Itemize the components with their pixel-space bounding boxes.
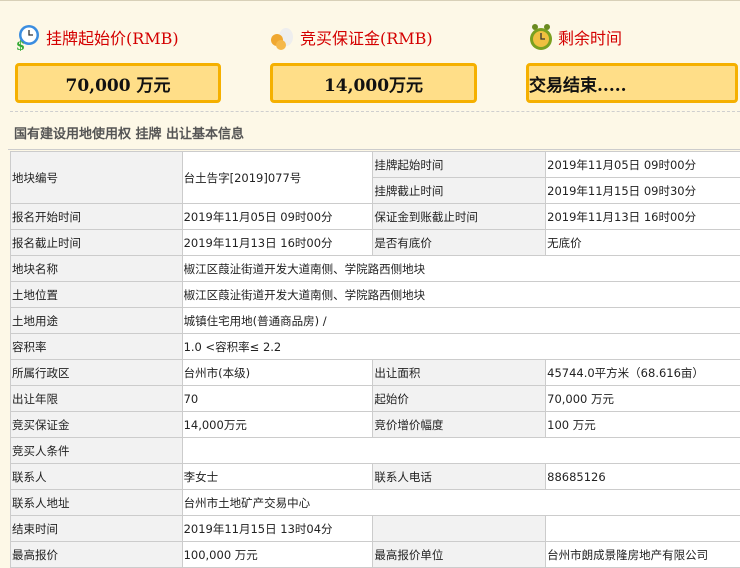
value-cell: 台州市朗成景隆房地产有限公司 [546,542,740,568]
section-title: 国有建设用地使用权 挂牌 出让基本信息 [14,123,244,142]
value-cell: 台州市(本级) [182,360,373,386]
label-cell: 挂牌起始时间 [373,152,546,178]
deposit-header: 竞买保证金(RMB) [268,21,433,53]
table-row: 报名截止时间2019年11月13日 16时00分是否有底价无底价 [11,230,740,256]
remaining-value: 交易结束..... [526,63,738,103]
label-cell: 出让年限 [11,386,183,412]
value-cell: 台州市土地矿产交易中心 [182,490,740,516]
value-cell: 88685126 [546,464,740,490]
value-cell: 14,000万元 [182,412,373,438]
table-row: 所属行政区台州市(本级)出让面积45744.0平方米（68.616亩） [11,360,740,386]
value-cell: 城镇住宅用地(普通商品房) / [182,308,740,334]
value-cell: 2019年11月05日 09时00分 [546,152,740,178]
table-row: 最高报价100,000 万元最高报价单位台州市朗成景隆房地产有限公司 [11,542,740,568]
value-cell: 无底价 [546,230,740,256]
label-cell: 竞买人条件 [11,438,183,464]
value-cell: 45744.0平方米（68.616亩） [546,360,740,386]
label-cell: 所属行政区 [11,360,183,386]
label-cell: 联系人地址 [11,490,183,516]
alarm-clock-icon [528,22,554,52]
label-cell: 地块编号 [11,152,183,204]
table-row: 报名开始时间2019年11月05日 09时00分保证金到账截止时间2019年11… [11,204,740,230]
value-cell: 2019年11月15日 09时30分 [546,178,740,204]
label-cell: 容积率 [11,334,183,360]
label-cell: 最高报价 [11,542,183,568]
label-cell: 土地用途 [11,308,183,334]
label-cell: 报名开始时间 [11,204,183,230]
deposit-value: 14,000万元 [270,63,477,103]
divider [10,111,740,112]
table-row: 地块名称椒江区葭沚街道开发大道南侧、学院路西侧地块 [11,256,740,282]
label-cell: 竞买保证金 [11,412,183,438]
value-cell: 100 万元 [546,412,740,438]
value-cell: 2019年11月13日 16时00分 [546,204,740,230]
label-cell: 挂牌截止时间 [373,178,546,204]
remaining-header: 剩余时间 [528,21,622,53]
label-cell: 保证金到账截止时间 [373,204,546,230]
value-cell: 2019年11月15日 13时04分 [182,516,373,542]
label-cell: 联系人电话 [373,464,546,490]
value-cell [546,516,740,542]
money-bag-icon [268,23,296,51]
table-row: 竞买人条件 [11,438,740,464]
start-price-header: $ 挂牌起始价(RMB) [14,21,179,53]
value-cell: 台土告字[2019]077号 [182,152,373,204]
table-row: 竞买保证金14,000万元竞价增价幅度100 万元 [11,412,740,438]
value-cell: 1.0 <容积率≤ 2.2 [182,334,740,360]
label-cell: 结束时间 [11,516,183,542]
value-cell: 椒江区葭沚街道开发大道南侧、学院路西侧地块 [182,282,740,308]
table-row: 土地位置椒江区葭沚街道开发大道南侧、学院路西侧地块 [11,282,740,308]
label-cell: 报名截止时间 [11,230,183,256]
remaining-label: 剩余时间 [558,25,622,49]
deposit-label: 竞买保证金(RMB) [300,25,433,49]
table-row: 出让年限70起始价70,000 万元 [11,386,740,412]
value-cell: 2019年11月13日 16时00分 [182,230,373,256]
label-cell: 出让面积 [373,360,546,386]
table-row: 联系人李女士联系人电话88685126 [11,464,740,490]
label-cell: 竞价增价幅度 [373,412,546,438]
table-row: 联系人地址台州市土地矿产交易中心 [11,490,740,516]
clock-money-icon: $ [14,23,42,51]
start-price-value: 70,000 万元 [15,63,221,103]
label-cell: 是否有底价 [373,230,546,256]
label-cell: 土地位置 [11,282,183,308]
value-cell: 70,000 万元 [546,386,740,412]
label-cell [373,516,546,542]
label-cell: 地块名称 [11,256,183,282]
info-table: 地块编号 台土告字[2019]077号 挂牌起始时间 2019年11月05日 0… [10,151,740,568]
table-row: 土地用途城镇住宅用地(普通商品房) / [11,308,740,334]
table-row: 地块编号 台土告字[2019]077号 挂牌起始时间 2019年11月05日 0… [11,152,740,178]
label-cell: 最高报价单位 [373,542,546,568]
value-cell: 椒江区葭沚街道开发大道南侧、学院路西侧地块 [182,256,740,282]
value-cell: 2019年11月05日 09时00分 [182,204,373,230]
value-cell: 100,000 万元 [182,542,373,568]
value-cell: 李女士 [182,464,373,490]
divider [8,149,740,150]
value-cell: 70 [182,386,373,412]
start-price-label: 挂牌起始价(RMB) [46,25,179,49]
label-cell: 起始价 [373,386,546,412]
table-row: 容积率1.0 <容积率≤ 2.2 [11,334,740,360]
table-row: 结束时间2019年11月15日 13时04分 [11,516,740,542]
svg-text:$: $ [16,39,25,51]
value-cell [182,438,740,464]
label-cell: 联系人 [11,464,183,490]
